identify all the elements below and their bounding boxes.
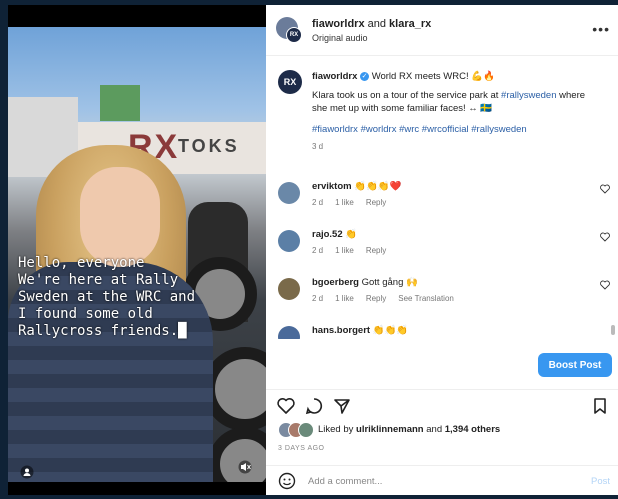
liker-avatar [298,422,314,438]
app-frame: RX TOKS Hello, everyone We're here at Ra… [0,0,618,499]
comment-icon[interactable] [304,396,324,416]
hashtags[interactable]: #fiaworldrx #worldrx #wrc #wrcofficial #… [312,123,602,136]
like-count[interactable]: 1 like [335,246,354,255]
hashtag-link[interactable]: #rallysweden [501,90,556,101]
add-comment-bar: Add a comment... Post [266,465,618,496]
commenter-username[interactable]: hans.borgert [312,325,370,336]
post-caption: fiaworldrx ✓ World RX meets WRC! 💪🔥 Klar… [312,70,602,153]
collab-username-link[interactable]: klara_rx [389,18,431,30]
commenter-avatar[interactable] [278,230,300,252]
commenter-avatar[interactable] [278,326,300,339]
commenter-username[interactable]: rajo.52 [312,229,343,240]
boost-post-button[interactable]: Boost Post [538,353,612,377]
mute-icon[interactable] [238,460,252,474]
comment-item: hans.borgert 👏👏👏 [266,322,618,339]
post-comment-button[interactable]: Post [591,476,610,487]
scrollbar[interactable] [611,325,615,335]
like-count[interactable]: 1 like [335,294,354,303]
add-comment-input[interactable]: Add a comment... [308,476,382,487]
reply-button[interactable]: Reply [366,294,386,303]
like-heart-icon[interactable] [276,396,296,416]
caption-time: 3 d [312,142,324,151]
user-tag-icon[interactable] [20,465,34,479]
reply-button[interactable]: Reply [366,246,386,255]
commenter-username[interactable]: erviktom [312,181,352,192]
heart-icon[interactable] [600,280,610,290]
comment-item: rajo.52 👏 2 d1 like Reply [266,226,618,272]
caption-username[interactable]: fiaworldrx [312,71,357,82]
share-icon[interactable] [332,396,352,416]
avatar-secondary[interactable]: RX [286,27,302,43]
reel-video[interactable]: RX TOKS Hello, everyone We're here at Ra… [8,5,266,495]
bookmark-icon[interactable] [590,396,610,416]
comment-item: bgoerberg Gott gång 🙌 2 d1 like Reply See … [266,274,618,320]
likes-summary[interactable]: Liked by ulriklinnemann and 1,394 others [266,419,618,439]
post-date: 3 DAYS AGO [278,445,325,452]
commenter-avatar[interactable] [278,182,300,204]
verified-badge-icon: ✓ [360,71,370,81]
header-usernames: fiaworldrx and klara_rx [312,18,432,30]
see-translation-button[interactable]: See Translation [398,294,454,303]
audio-label[interactable]: Original audio [312,33,368,43]
commenter-username[interactable]: bgoerberg [312,277,359,288]
action-bar [266,389,618,418]
comment-item: erviktom 👏👏👏❤️ 2 d1 like Reply [266,178,618,224]
emoji-icon[interactable] [278,472,296,490]
username-link[interactable]: fiaworldrx [312,18,365,30]
post-avatar[interactable]: RX [278,70,302,94]
heart-icon[interactable] [600,184,610,194]
heart-icon[interactable] [600,232,610,242]
post-panel: RX fiaworldrx and klara_rx Original audi… [266,5,618,495]
video-caption: Hello, everyone We're here at Rally Swed… [18,255,196,339]
post-header: RX fiaworldrx and klara_rx Original audi… [266,5,618,56]
like-count[interactable]: 1 like [335,198,354,207]
reply-button[interactable]: Reply [366,198,386,207]
comments-scroll[interactable]: RX fiaworldrx ✓ World RX meets WRC! 💪🔥 K… [266,56,618,339]
more-options-icon[interactable]: ••• [592,21,610,37]
commenter-avatar[interactable] [278,278,300,300]
